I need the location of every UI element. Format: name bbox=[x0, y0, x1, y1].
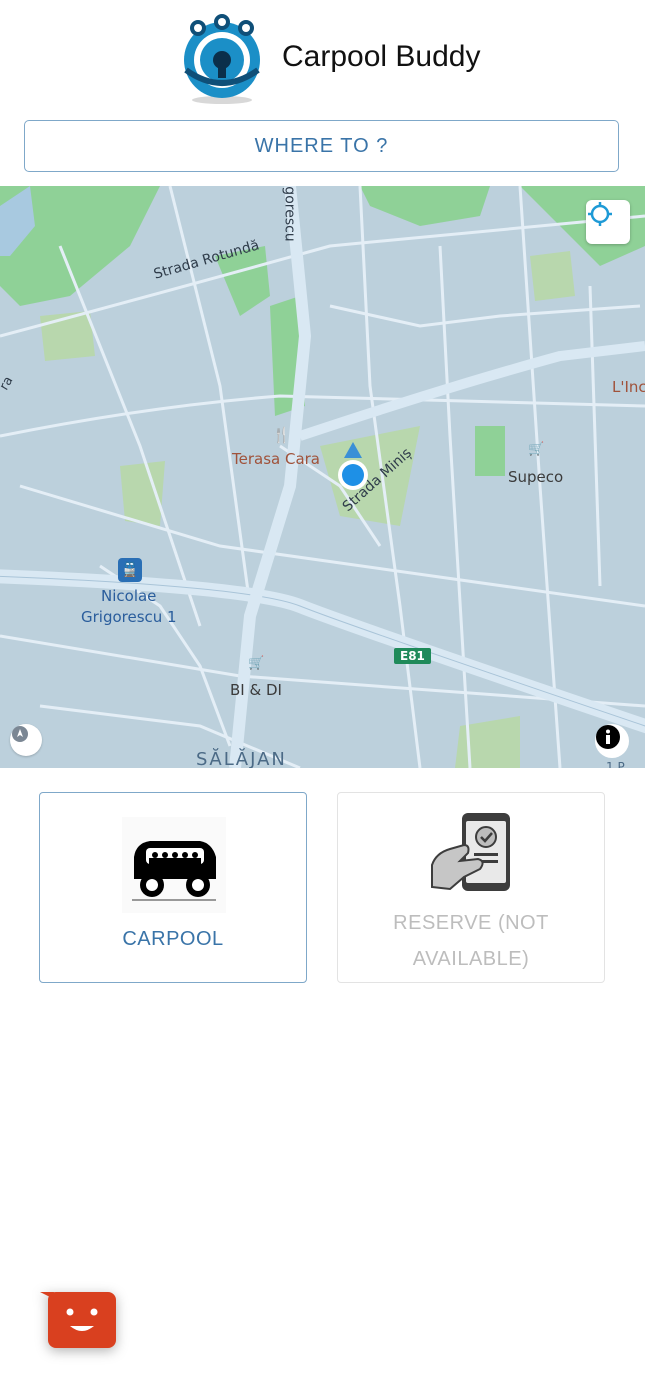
app-header: Carpool Buddy bbox=[0, 0, 645, 112]
shop-icon: 🛒 bbox=[528, 442, 545, 457]
app-logo-icon bbox=[180, 14, 264, 106]
compass-button[interactable] bbox=[10, 724, 42, 756]
phone-reservation-icon bbox=[430, 809, 514, 893]
map-place-label: L'Inc bbox=[612, 378, 645, 396]
district-label: SĂLĂJAN bbox=[196, 749, 287, 768]
info-icon bbox=[596, 725, 620, 749]
map-place-label: Terasa Cara bbox=[232, 450, 321, 468]
map-place-label: Supeco bbox=[508, 468, 564, 486]
map-info-button[interactable] bbox=[595, 724, 629, 758]
train-station-icon: 🚆 bbox=[118, 558, 142, 582]
carpool-option-card[interactable]: CARPOOL bbox=[39, 792, 307, 983]
app-title: Carpool Buddy bbox=[282, 40, 481, 73]
carpool-van-icon bbox=[122, 817, 226, 913]
compass-icon bbox=[12, 726, 28, 742]
station-label-line2: Grigorescu 1 bbox=[81, 608, 177, 626]
where-to-button[interactable]: WHERE TO ? bbox=[24, 120, 619, 172]
shop-icon: 🛒 bbox=[248, 656, 265, 671]
locate-me-button[interactable] bbox=[586, 200, 630, 244]
map-view[interactable]: Strada Rotundă gorescu Strada Miniș ra 🍴… bbox=[0, 186, 645, 768]
chat-assistant-button[interactable] bbox=[40, 1290, 118, 1350]
map-corner-label: 1 P bbox=[606, 760, 625, 768]
carpool-label: CARPOOL bbox=[122, 928, 224, 950]
station-label-line1: Nicolae bbox=[101, 587, 157, 605]
restaurant-icon: 🍴 bbox=[272, 426, 291, 444]
map-place-label: BI & DI bbox=[230, 681, 282, 699]
smiley-chat-icon bbox=[40, 1292, 116, 1348]
reserve-option-card: RESERVE (NOT AVAILABLE) bbox=[337, 792, 605, 983]
road-badge: E81 bbox=[394, 648, 431, 664]
reserve-label: RESERVE (NOT AVAILABLE) bbox=[393, 912, 549, 970]
crosshair-icon bbox=[588, 202, 612, 226]
map-street-label: gorescu bbox=[281, 186, 298, 242]
